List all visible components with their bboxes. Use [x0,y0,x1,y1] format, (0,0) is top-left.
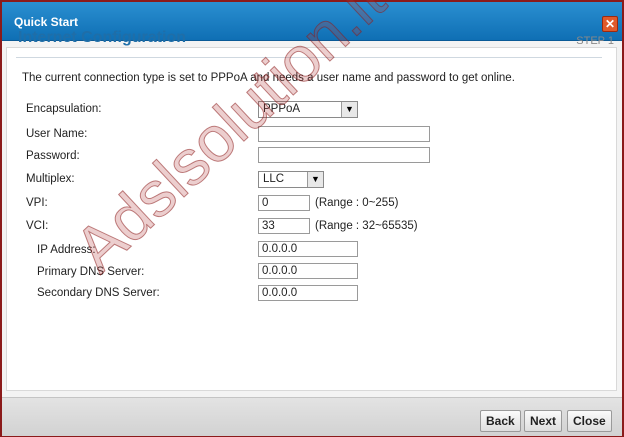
quick-start-window: Quick Start ✕ Internet Configuration STE… [0,0,624,437]
vci-range: (Range : 32~65535) [315,220,418,232]
vci-label: VCI: [26,220,49,232]
primary-dns-input[interactable]: 0.0.0.0 [258,263,358,279]
chevron-down-icon[interactable]: ▼ [341,102,357,117]
multiplex-value: LLC [263,173,285,185]
intro-text: The current connection type is set to PP… [22,72,515,84]
footer-bar: Back Next Close [2,397,622,436]
chevron-down-icon[interactable]: ▼ [307,172,323,187]
user-name-label: User Name: [26,128,88,140]
password-label: Password: [26,150,80,162]
next-button[interactable]: Next [524,410,563,432]
config-panel [6,47,617,391]
vpi-range: (Range : 0~255) [315,197,399,209]
step-indicator: STEP 1 [576,35,614,47]
window-title: Quick Start [14,15,79,29]
content-area [2,41,622,397]
divider [16,57,602,58]
secondary-dns-input[interactable]: 0.0.0.0 [258,285,358,301]
close-button[interactable]: Close [567,410,612,432]
vpi-label: VPI: [26,197,48,209]
password-input[interactable] [258,147,430,163]
encapsulation-select[interactable]: PPPoA ▼ [258,101,358,118]
ip-address-label: IP Address: [37,244,96,256]
back-button[interactable]: Back [480,410,521,432]
encapsulation-label: Encapsulation: [26,103,102,115]
page-title: Internet Configuration [18,29,186,46]
encapsulation-value: PPPoA [263,103,301,115]
secondary-dns-label: Secondary DNS Server: [37,287,160,299]
primary-dns-label: Primary DNS Server: [37,266,145,278]
close-icon[interactable]: ✕ [602,16,618,32]
vpi-input[interactable]: 0 [258,195,310,211]
multiplex-label: Multiplex: [26,173,75,185]
ip-address-input[interactable]: 0.0.0.0 [258,241,358,257]
multiplex-select[interactable]: LLC ▼ [258,171,324,188]
user-name-input[interactable] [258,126,430,142]
vci-input[interactable]: 33 [258,218,310,234]
